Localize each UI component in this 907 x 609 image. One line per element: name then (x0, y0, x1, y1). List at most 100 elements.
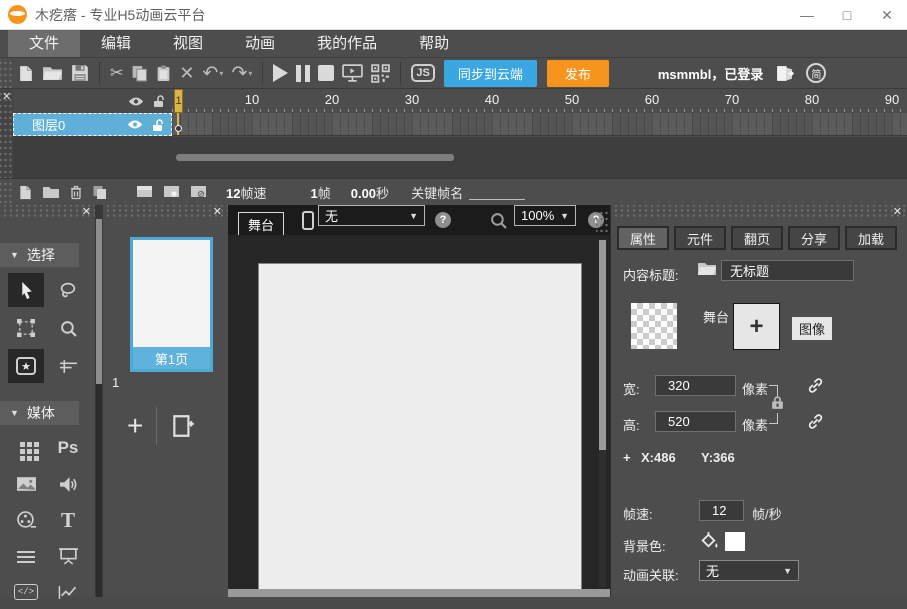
video-tool[interactable] (8, 503, 44, 537)
tab-loading[interactable]: 加载 (845, 226, 897, 250)
publish-button[interactable]: 发布 (547, 60, 609, 87)
visibility-column-icon[interactable] (128, 96, 144, 107)
menu-my-works[interactable]: 我的作品 (296, 30, 398, 57)
stage-thumbnail[interactable] (631, 303, 677, 349)
copy-icon[interactable] (131, 65, 148, 82)
insert-frame-icon[interactable] (136, 185, 153, 199)
maximize-button[interactable]: □ (827, 0, 867, 30)
save-icon[interactable] (71, 64, 89, 82)
add-page-button[interactable]: + (127, 412, 143, 440)
logout-icon[interactable] (775, 65, 794, 82)
keyframe-name-input[interactable] (469, 185, 525, 200)
open-file-icon[interactable] (42, 65, 63, 81)
close-button[interactable]: ✕ (867, 0, 907, 30)
insert-keyframe-icon[interactable] (163, 185, 180, 199)
tools-grip[interactable] (0, 205, 95, 218)
page-thumbnail[interactable]: 第1页 (130, 237, 213, 372)
menu-file[interactable]: 文件 (8, 30, 80, 57)
redo-button[interactable]: ↷▾ (231, 62, 252, 85)
add-folder-icon[interactable] (42, 186, 60, 199)
duplicate-page-button[interactable] (170, 413, 196, 439)
footer-grip[interactable] (0, 179, 14, 205)
canvas-vscrollbar-thumb[interactable] (599, 240, 606, 450)
image-tool[interactable] (8, 467, 44, 501)
timeline-close-icon[interactable]: ✕ (2, 90, 11, 103)
tab-share[interactable]: 分享 (788, 226, 840, 250)
width-link-icon[interactable] (807, 377, 824, 394)
timeline-ruler[interactable]: 1 10 20 30 40 50 60 70 80 90 (172, 89, 907, 113)
select-tool[interactable] (8, 273, 44, 307)
zoom-dropdown[interactable]: 100% ▼ (514, 205, 576, 226)
layer-frame-track[interactable] (172, 113, 907, 136)
add-image-button[interactable]: + (733, 303, 780, 350)
duplicate-layer-icon[interactable] (92, 185, 108, 200)
image-chip-button[interactable]: 图像 (792, 317, 832, 340)
insert-blank-keyframe-icon[interactable] (190, 185, 207, 199)
pages-close-icon[interactable]: ✕ (213, 205, 222, 218)
tools-scrollbar-thumb[interactable] (96, 219, 102, 384)
code-tool[interactable]: </> (8, 575, 44, 609)
canvas-grip[interactable] (596, 208, 608, 232)
fps-input[interactable] (699, 500, 744, 521)
audio-tool[interactable] (50, 467, 86, 501)
lasso-tool[interactable] (50, 273, 86, 307)
stage-tab[interactable]: 舞台 (238, 212, 284, 235)
paint-bucket-icon[interactable] (699, 531, 719, 550)
presentation-tool[interactable] (50, 539, 86, 573)
transform-tool[interactable] (8, 311, 44, 345)
width-input[interactable] (655, 375, 736, 396)
library-tool[interactable] (8, 431, 44, 465)
pages-grip[interactable] (103, 205, 228, 218)
layer-row[interactable]: 图层0 (13, 113, 172, 136)
height-link-icon[interactable] (807, 413, 824, 430)
cut-icon[interactable]: ✂ (110, 63, 123, 83)
redo-caret-icon[interactable]: ▾ (248, 69, 252, 78)
lock-column-icon[interactable] (153, 94, 165, 108)
paragraph-tool[interactable] (8, 539, 44, 573)
chart-tool[interactable] (50, 575, 86, 609)
media-section-header[interactable]: ▼ 媒体 (0, 401, 79, 425)
new-file-icon[interactable] (18, 65, 34, 82)
zoom-search-icon[interactable] (490, 212, 507, 229)
page-name[interactable]: 第1页 (133, 347, 210, 369)
layer-lock-icon[interactable] (152, 118, 164, 132)
tab-pageflip[interactable]: 翻页 (731, 226, 783, 250)
add-layer-icon[interactable] (19, 185, 32, 200)
guides-tool[interactable] (50, 349, 86, 383)
select-section-header[interactable]: ▼ 选择 (0, 243, 79, 267)
keyframe-dot[interactable] (175, 125, 182, 132)
folder-icon[interactable] (697, 261, 717, 276)
stop-icon[interactable] (318, 65, 334, 81)
stage-canvas[interactable] (258, 263, 582, 590)
widget-tool[interactable]: ★ (8, 349, 44, 383)
language-toggle-icon[interactable]: 简 (806, 63, 826, 83)
text-tool[interactable]: T (50, 503, 86, 537)
preset-help-icon[interactable]: ? (435, 212, 451, 228)
play-icon[interactable] (273, 64, 288, 82)
paste-icon[interactable] (156, 65, 171, 82)
minimize-button[interactable]: — (787, 0, 827, 30)
js-code-icon[interactable]: JS (411, 64, 434, 82)
menu-animation[interactable]: 动画 (224, 30, 296, 57)
tab-properties[interactable]: 属性 (617, 226, 669, 250)
height-input[interactable] (655, 411, 736, 432)
preview-icon[interactable] (342, 64, 363, 82)
delete-layer-icon[interactable] (70, 185, 82, 200)
bg-color-swatch[interactable] (725, 532, 745, 551)
sync-cloud-button[interactable]: 同步到云端 (444, 60, 537, 87)
tab-components[interactable]: 元件 (674, 226, 726, 250)
qrcode-icon[interactable] (371, 64, 390, 83)
undo-button[interactable]: ↶▾ (203, 62, 224, 85)
photoshop-tool[interactable]: Ps (50, 431, 86, 465)
toolbar-grip[interactable] (0, 58, 14, 88)
menu-edit[interactable]: 编辑 (80, 30, 152, 57)
undo-caret-icon[interactable]: ▾ (219, 69, 223, 78)
zoom-tool[interactable] (50, 311, 86, 345)
canvas-hscrollbar[interactable] (228, 589, 610, 597)
tools-scrollbar[interactable] (95, 205, 103, 597)
layer-name[interactable]: 图层0 (32, 115, 118, 134)
pause-icon[interactable] (296, 65, 310, 82)
delete-icon[interactable]: ✕ (179, 63, 194, 84)
menu-help[interactable]: 帮助 (398, 30, 470, 57)
layer-visibility-icon[interactable] (127, 119, 143, 130)
